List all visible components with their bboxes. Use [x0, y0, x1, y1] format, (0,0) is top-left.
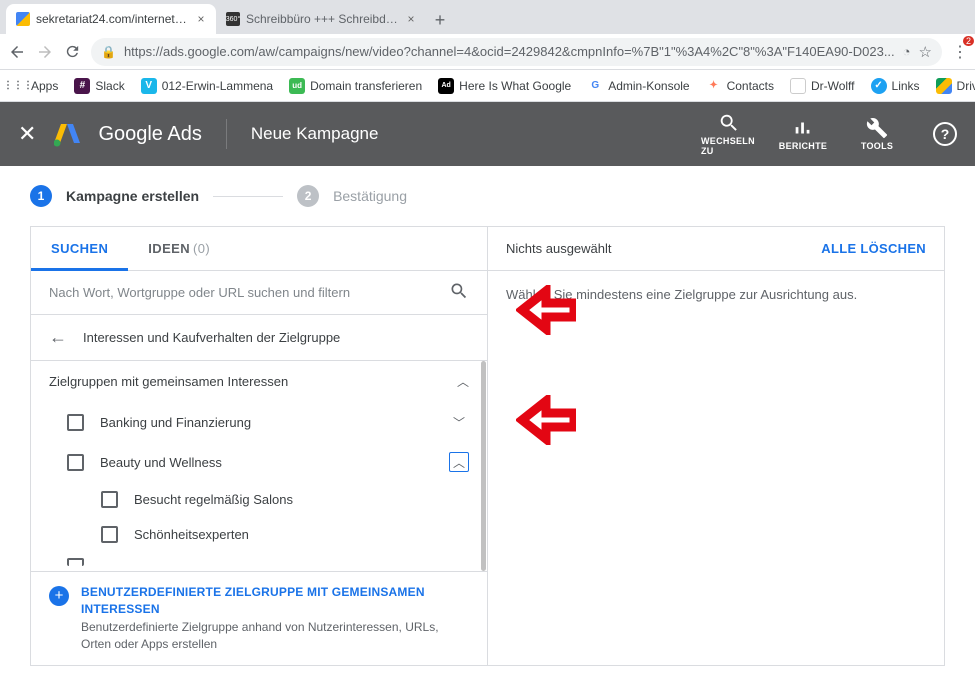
bookmark-item[interactable]: ✓Links — [871, 78, 920, 94]
reload-button[interactable] — [64, 43, 81, 61]
breadcrumb-label: Interessen und Kaufverhalten der Zielgru… — [83, 330, 340, 345]
option-banking[interactable]: Banking und Finanzierung ﹀ — [31, 402, 487, 442]
tools-button[interactable]: TOOLS — [849, 117, 905, 151]
bookmark-item[interactable]: ✦Contacts — [706, 78, 774, 94]
url-text: https://ads.google.com/aw/campaigns/new/… — [124, 44, 895, 59]
star-icon[interactable]: ☆ — [919, 43, 932, 61]
help-button[interactable]: ? — [933, 122, 957, 146]
checkbox[interactable] — [101, 526, 118, 543]
category-scroll-area[interactable]: Zielgruppen mit gemeinsamen Interessen ︿… — [31, 361, 487, 571]
wrench-icon — [866, 117, 888, 139]
bookmark-item[interactable]: Drive — [936, 78, 975, 94]
audience-browse-column: SUCHEN IDEEN(0) ← Interessen und Kaufver… — [31, 227, 488, 665]
nothing-selected-label: Nichts ausgewählt — [506, 241, 821, 256]
plus-icon: + — [49, 586, 69, 606]
suboption-experts[interactable]: Schönheitsexperten — [31, 517, 487, 552]
chevron-down-icon[interactable]: ﹀ — [449, 412, 469, 432]
product-title: Google Ads — [98, 123, 201, 146]
bookmark-item[interactable]: Dr-Wolff — [790, 78, 855, 94]
scrollbar-thumb[interactable] — [481, 361, 486, 571]
search-row — [31, 271, 487, 315]
category-header[interactable]: Zielgruppen mit gemeinsamen Interessen ︿ — [31, 361, 487, 402]
google-ads-logo-icon — [54, 121, 80, 147]
checkbox[interactable] — [67, 454, 84, 471]
search-icon — [718, 112, 740, 134]
tab-search[interactable]: SUCHEN — [31, 227, 128, 270]
left-tabs: SUCHEN IDEEN(0) — [31, 227, 487, 271]
omnibox-icon[interactable]: ◔ — [903, 44, 911, 59]
back-arrow-icon[interactable]: ← — [49, 327, 67, 348]
close-tab-icon[interactable]: × — [406, 12, 416, 26]
bookmark-item[interactable]: udDomain transferieren — [289, 78, 422, 94]
step-2-label: Bestätigung — [333, 188, 407, 204]
bookmark-item[interactable]: GAdmin-Konsole — [587, 78, 689, 94]
audience-panel: SUCHEN IDEEN(0) ← Interessen und Kaufver… — [30, 226, 945, 666]
tab-ideas[interactable]: IDEEN(0) — [128, 227, 230, 270]
checkbox[interactable] — [67, 558, 84, 566]
apps-button[interactable]: ⋮⋮⋮Apps — [10, 78, 58, 94]
browser-tab-strip: sekretariat24.com/internetagentu × 360° … — [0, 0, 975, 34]
bookmark-item[interactable]: V012-Erwin-Lammena — [141, 78, 273, 94]
chevron-up-icon[interactable]: ︿ — [457, 373, 469, 390]
chart-icon — [792, 117, 814, 139]
selected-audiences-column: Nichts ausgewählt ALLE LÖSCHEN Wählen Si… — [488, 227, 944, 665]
browser-tab-active[interactable]: sekretariat24.com/internetagentu × — [6, 4, 216, 34]
custom-audience-button[interactable]: + BENUTZERDEFINIERTE ZIELGRUPPE MIT GEME… — [31, 571, 487, 665]
checkbox[interactable] — [67, 414, 84, 431]
lock-icon: 🔒 — [101, 45, 116, 59]
search-input[interactable] — [49, 285, 449, 300]
right-header: Nichts ausgewählt ALLE LÖSCHEN — [488, 227, 944, 271]
stepper: 1 Kampagne erstellen 2 Bestätigung — [0, 166, 975, 226]
step-1-label[interactable]: Kampagne erstellen — [66, 188, 199, 204]
step-connector — [213, 196, 283, 197]
step-2-circle: 2 — [297, 185, 319, 207]
ads-header: ✕ Google Ads Neue Kampagne WECHSELN ZU B… — [0, 102, 975, 166]
breadcrumb-row[interactable]: ← Interessen und Kaufverhalten der Zielg… — [31, 315, 487, 361]
close-tab-icon[interactable]: × — [196, 12, 206, 26]
browser-tab[interactable]: 360° Schreibbüro +++ Schreibdienst × — [216, 4, 426, 34]
annotation-arrow-icon — [516, 285, 576, 335]
browser-menu-button[interactable]: ⋮ — [952, 42, 968, 62]
step-1-circle[interactable]: 1 — [30, 185, 52, 207]
favicon: 360° — [226, 12, 240, 26]
chevron-up-icon[interactable]: ︿ — [449, 452, 469, 472]
page-title: Neue Kampagne — [251, 124, 379, 144]
back-button[interactable] — [8, 43, 26, 61]
annotation-arrow-icon — [516, 395, 576, 445]
switch-to-button[interactable]: WECHSELN ZU — [701, 112, 757, 156]
address-bar: 🔒 https://ads.google.com/aw/campaigns/ne… — [0, 34, 975, 70]
option-beauty[interactable]: Beauty und Wellness ︿ — [31, 442, 487, 482]
divider — [226, 119, 227, 149]
reports-button[interactable]: BERICHTE — [775, 117, 831, 151]
suboption-salons[interactable]: Besucht regelmäßig Salons — [31, 482, 487, 517]
tab-title: sekretariat24.com/internetagentu — [36, 12, 190, 26]
new-tab-button[interactable]: + — [426, 6, 454, 34]
option-partial[interactable] — [31, 552, 487, 566]
forward-button[interactable] — [36, 43, 54, 61]
close-icon[interactable]: ✕ — [18, 121, 36, 147]
bookmark-item[interactable]: AdHere Is What Google — [438, 78, 571, 94]
bookmark-item[interactable]: #Slack — [74, 78, 124, 94]
tab-title: Schreibbüro +++ Schreibdienst — [246, 12, 400, 26]
clear-all-button[interactable]: ALLE LÖSCHEN — [821, 241, 926, 256]
search-icon[interactable] — [449, 281, 469, 304]
favicon — [16, 12, 30, 26]
custom-desc: Benutzerdefinierte Zielgruppe anhand von… — [81, 619, 469, 653]
bookmark-bar: ⋮⋮⋮Apps #Slack V012-Erwin-Lammena udDoma… — [0, 70, 975, 102]
url-field[interactable]: 🔒 https://ads.google.com/aw/campaigns/ne… — [91, 38, 942, 66]
checkbox[interactable] — [101, 491, 118, 508]
custom-title: BENUTZERDEFINIERTE ZIELGRUPPE MIT GEMEIN… — [81, 584, 469, 618]
